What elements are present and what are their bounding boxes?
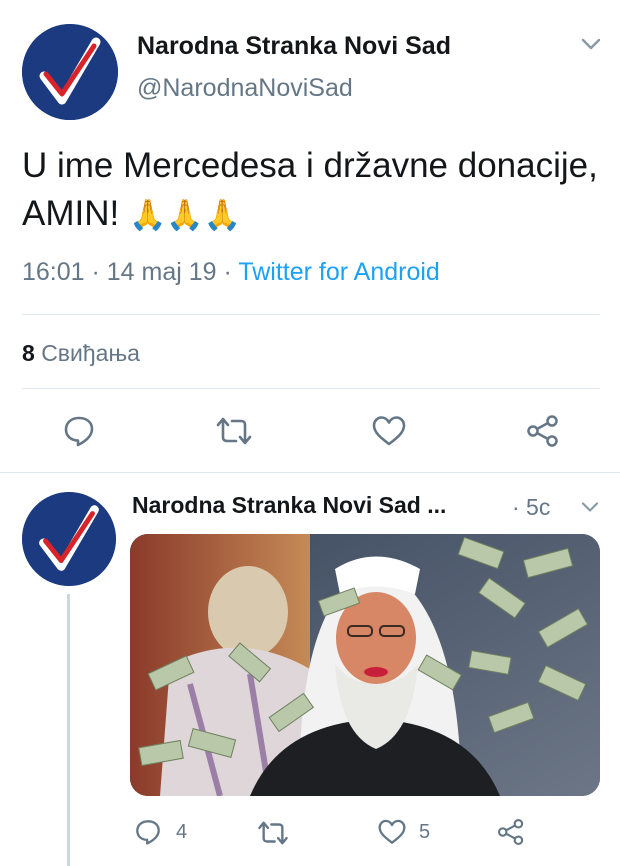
divider — [22, 314, 600, 315]
retweet-button[interactable] — [256, 820, 290, 846]
heart-icon — [378, 819, 406, 844]
thread-line — [67, 594, 70, 866]
checkmark-logo-icon — [22, 492, 116, 586]
chevron-down-icon[interactable] — [580, 500, 600, 514]
section-divider — [0, 472, 620, 473]
user-handle[interactable]: @NarodnaNoviSad — [137, 74, 353, 103]
likes-summary[interactable]: 8 Свиђања — [22, 340, 140, 367]
share-icon — [497, 818, 524, 846]
retweet-icon — [258, 821, 288, 845]
reply-icon — [64, 416, 94, 447]
chevron-down-icon[interactable] — [580, 36, 602, 52]
checkmark-logo-icon — [22, 24, 118, 120]
heart-icon — [372, 416, 406, 446]
reply-display-name[interactable]: Narodna Stranka Novi Sad ... — [132, 492, 446, 519]
reply-count: 4 — [176, 821, 188, 843]
tweet-date[interactable]: 14 maj 19 — [107, 258, 217, 286]
meta-separator: · — [84, 258, 107, 286]
meta-separator: · — [216, 258, 239, 286]
tweet-time[interactable]: 16:01 — [22, 258, 85, 286]
divider — [22, 388, 600, 389]
like-button[interactable] — [371, 414, 407, 448]
reply-button[interactable] — [134, 818, 162, 846]
tweet-meta: 16:01 · 14 maj 19 · Twitter for Android — [22, 258, 440, 287]
avatar[interactable] — [22, 24, 118, 120]
reply-avatar[interactable] — [22, 492, 116, 586]
likes-label: Свиђања — [41, 340, 140, 366]
share-icon — [527, 415, 558, 447]
tweet-text: U ime Mercedesa i državne donacije, AMIN… — [22, 142, 602, 240]
reply-icon — [136, 820, 160, 845]
retweet-icon — [216, 417, 252, 445]
praying-hands-emoji: 🙏🙏🙏 — [128, 199, 242, 232]
likes-count: 8 — [22, 340, 35, 366]
share-button[interactable] — [497, 818, 525, 846]
like-button[interactable] — [377, 818, 407, 846]
share-button[interactable] — [526, 414, 560, 448]
display-name[interactable]: Narodna Stranka Novi Sad — [137, 32, 451, 61]
tweet-text-body: U ime Mercedesa i državne donacije, AMIN… — [22, 146, 598, 233]
reply-time-ago[interactable]: · 5с — [512, 494, 550, 521]
tweet-source[interactable]: Twitter for Android — [238, 258, 439, 286]
like-count: 5 — [419, 821, 431, 843]
patriarch-money-image — [130, 534, 600, 796]
retweet-button[interactable] — [214, 416, 254, 446]
tweet-media-image[interactable] — [130, 534, 600, 796]
reply-button[interactable] — [62, 414, 96, 448]
